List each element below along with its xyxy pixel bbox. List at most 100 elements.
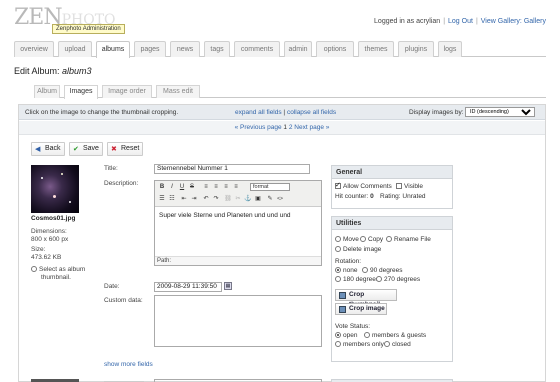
anchor-icon[interactable]: ⚓ xyxy=(244,195,252,203)
title-input[interactable]: Sternennebel Nummer 1 xyxy=(154,164,310,174)
vote-members-guests-label: members & guests xyxy=(372,332,427,339)
tab-overview[interactable]: overview xyxy=(14,41,54,57)
numbered-list-icon[interactable]: ☷ xyxy=(168,195,176,203)
vote-members-guests-radio[interactable] xyxy=(364,332,370,338)
display-images-select[interactable]: ID (descending) xyxy=(465,107,535,117)
rotation-none-option[interactable]: none xyxy=(335,267,357,274)
visible-option[interactable]: Visible xyxy=(396,183,423,190)
tab-tags[interactable]: tags xyxy=(204,41,230,57)
delete-option[interactable]: Delete image xyxy=(335,246,381,253)
copy-option[interactable]: Copy xyxy=(360,236,383,243)
italic-icon[interactable]: I xyxy=(168,183,176,191)
tab-pages[interactable]: pages xyxy=(134,41,166,57)
image-thumbnail[interactable] xyxy=(31,165,79,213)
subtab-image-order[interactable]: Image order xyxy=(102,85,152,98)
align-right-icon[interactable]: ≡ xyxy=(222,183,230,191)
tab-upload[interactable]: upload xyxy=(58,41,92,57)
collapse-all-link[interactable]: collapse all fields xyxy=(287,109,336,116)
undo-icon[interactable]: ↶ xyxy=(202,195,210,203)
album-thumbnail-radio[interactable] xyxy=(31,266,37,272)
tab-logs[interactable]: logs xyxy=(438,41,462,57)
vote-members-only-radio[interactable] xyxy=(335,341,341,347)
save-label: Save xyxy=(83,145,99,152)
tab-news[interactable]: news xyxy=(170,41,200,57)
crop-thumbnail-button[interactable]: Crop thumbnail xyxy=(335,289,397,308)
rating-label: Rating: xyxy=(380,193,401,200)
tab-options[interactable]: options xyxy=(316,41,354,57)
vote-open-radio[interactable] xyxy=(335,332,341,338)
tab-themes[interactable]: themes xyxy=(358,41,394,57)
logout-link[interactable]: Log Out xyxy=(448,18,473,25)
back-button[interactable]: ◀ Back xyxy=(31,142,65,156)
rotation-90-label: 90 degrees xyxy=(370,267,403,274)
album-thumbnail-option[interactable]: Select as album xyxy=(31,266,85,273)
visible-checkbox[interactable] xyxy=(396,183,402,189)
rotation-none-radio[interactable] xyxy=(335,267,341,273)
rename-option[interactable]: Rename File xyxy=(386,236,431,243)
page-title: Edit Album: album3 xyxy=(14,66,92,76)
vote-closed-label: closed xyxy=(392,341,411,348)
view-gallery-link[interactable]: View Gallery: Gallery xyxy=(481,18,546,25)
rotation-90-radio[interactable] xyxy=(362,267,368,273)
vote-members-guests-option[interactable]: members & guests xyxy=(364,332,426,339)
strikethrough-icon[interactable]: S xyxy=(188,183,196,191)
html-source-icon[interactable]: <> xyxy=(276,195,284,203)
rotation-180-radio[interactable] xyxy=(335,276,341,282)
subtab-mass-edit[interactable]: Mass edit xyxy=(156,85,200,98)
crop-image-button[interactable]: Crop image xyxy=(335,303,387,315)
unlink-icon[interactable]: ✂ xyxy=(234,195,242,203)
custom-data-textarea[interactable] xyxy=(154,295,322,347)
allow-comments-option[interactable]: Allow Comments xyxy=(335,181,392,190)
subtab-images[interactable]: Images xyxy=(64,85,98,99)
tab-plugins[interactable]: plugins xyxy=(398,41,434,57)
indent-icon[interactable]: ⇥ xyxy=(190,195,198,203)
calendar-icon[interactable]: ▦ xyxy=(224,282,232,290)
show-more-fields-link[interactable]: show more fields xyxy=(104,361,153,368)
align-center-icon[interactable]: ≡ xyxy=(212,183,220,191)
vote-closed-option[interactable]: closed xyxy=(384,341,411,348)
date-input[interactable]: 2009-08-29 11:39:50 xyxy=(154,282,222,292)
vote-closed-radio[interactable] xyxy=(384,341,390,347)
move-label: Move xyxy=(343,236,359,243)
rotation-270-radio[interactable] xyxy=(376,276,382,282)
save-button[interactable]: ✔ Save xyxy=(69,142,103,156)
align-left-icon[interactable]: ≡ xyxy=(202,183,210,191)
copy-radio[interactable] xyxy=(360,236,366,242)
vote-members-only-option[interactable]: members only xyxy=(335,341,384,348)
align-justify-icon[interactable]: ≡ xyxy=(232,183,240,191)
redo-icon[interactable]: ↷ xyxy=(212,195,220,203)
underline-icon[interactable]: U xyxy=(178,183,186,191)
cleanup-icon[interactable]: ✎ xyxy=(266,195,274,203)
tab-admin[interactable]: admin xyxy=(284,41,312,57)
bold-icon[interactable]: B xyxy=(158,183,166,191)
tab-albums[interactable]: albums xyxy=(96,41,130,58)
image-icon[interactable]: ▣ xyxy=(254,195,262,203)
rename-radio[interactable] xyxy=(386,236,392,242)
reset-button[interactable]: ✖ Reset xyxy=(107,142,143,156)
description-text[interactable]: Super viele Sterne und Planeten und und … xyxy=(159,212,291,219)
rotation-90-option[interactable]: 90 degrees xyxy=(362,267,403,274)
rename-label: Rename File xyxy=(394,236,431,243)
vote-open-label: open xyxy=(343,332,358,339)
bullet-list-icon[interactable]: ☰ xyxy=(158,195,166,203)
rotation-180-option[interactable]: 180 degrees xyxy=(335,276,379,283)
back-label: Back xyxy=(45,145,61,152)
expand-all-link[interactable]: expand all fields xyxy=(235,109,282,116)
outdent-icon[interactable]: ⇤ xyxy=(180,195,188,203)
subtab-album[interactable]: Album xyxy=(34,85,60,98)
date-label: Date: xyxy=(104,283,120,290)
page-2-link[interactable]: 2 xyxy=(289,124,293,131)
format-select[interactable]: format xyxy=(250,183,290,191)
move-radio[interactable] xyxy=(335,236,341,242)
link-icon[interactable]: ⛓ xyxy=(224,195,232,203)
display-images-label: Display images by: xyxy=(409,109,464,116)
user-status-line: Logged in as acrylian | Log Out | View Galle… xyxy=(374,18,546,25)
allow-comments-checkbox[interactable] xyxy=(335,181,341,189)
rotation-270-option[interactable]: 270 degrees xyxy=(376,276,420,283)
delete-radio[interactable] xyxy=(335,246,341,252)
next-page-link[interactable]: Next page » xyxy=(294,124,329,131)
tab-comments[interactable]: comments xyxy=(234,41,280,57)
move-option[interactable]: Move xyxy=(335,236,359,243)
vote-open-option[interactable]: open xyxy=(335,332,357,339)
prev-page-link[interactable]: « Previous page xyxy=(235,124,282,131)
